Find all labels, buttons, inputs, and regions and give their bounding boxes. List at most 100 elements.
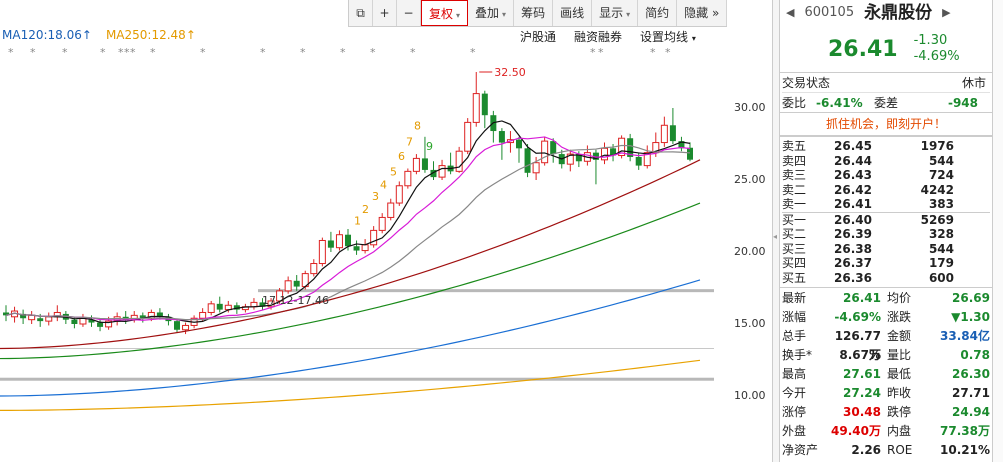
restore-icon[interactable]: ⧉	[349, 0, 373, 26]
candle-body	[361, 244, 369, 252]
candle-body	[601, 147, 608, 161]
order-book-row[interactable]: 买四 26.37 179	[782, 256, 990, 271]
support-range-label: 17.12-17.46	[262, 294, 329, 307]
overlay-button[interactable]: 叠加 ▾	[468, 0, 515, 26]
stat-row: 涨幅 -4.69% 涨跌 ▼1.30	[782, 308, 990, 327]
support-band	[258, 289, 714, 293]
stat-key: 均价	[887, 291, 912, 305]
stat-key: 量比	[887, 348, 912, 362]
candle-body	[438, 165, 446, 178]
stat-value: 26.69	[952, 291, 990, 305]
last-price: 26.41	[828, 36, 898, 62]
display-button[interactable]: 显示 ▾	[592, 0, 639, 26]
ma250-label: MA250:12.48↑	[105, 28, 196, 42]
stat-value: 27.61	[843, 367, 882, 381]
price-label: 15.00	[734, 317, 766, 330]
open-account-banner[interactable]: 抓住机会，即刻开户！	[780, 112, 992, 136]
level-label: 买三	[782, 241, 807, 256]
candle-body	[28, 314, 36, 321]
zoom-out-icon[interactable]: −	[397, 0, 421, 26]
trade-status-label: 交易状态	[782, 76, 831, 90]
price-label: 10.00	[734, 389, 766, 402]
level-label: 买五	[782, 270, 807, 285]
adjust-price-button[interactable]: 复权 ▾	[421, 0, 469, 26]
margin-trading-link[interactable]: 融资融券	[574, 28, 622, 45]
change-percent: -4.69%	[913, 49, 960, 64]
candle-body	[353, 246, 360, 251]
hide-button[interactable]: 隐藏 »	[677, 0, 728, 26]
order-book-row[interactable]: 买一 26.40 5269	[782, 213, 990, 228]
draw-line-button[interactable]: 画线	[553, 0, 593, 26]
order-book-row[interactable]: 买二 26.39 328	[782, 227, 990, 242]
star-mark: *	[340, 46, 346, 59]
panel-splitter[interactable]: ◂	[772, 0, 780, 462]
price-change: -1.30 -4.69%	[914, 33, 960, 65]
weicha-value: -948	[947, 95, 978, 110]
stat-value: ▼1.30	[951, 310, 990, 324]
level-price: 26.36	[834, 270, 872, 285]
level-volume: 1976	[920, 139, 954, 153]
chart-toolbar: ⧉ + − 复权 ▾ 叠加 ▾ 筹码 画线 显示 ▾ 简约 隐藏 »	[348, 0, 728, 27]
trade-status-value: 休市	[961, 76, 986, 90]
weibi-label: 委比	[782, 96, 807, 110]
right-edge-panel	[992, 0, 1003, 462]
level-label: 卖二	[782, 182, 807, 197]
chip-button[interactable]: 筹码	[514, 0, 554, 26]
td-count-label: 1	[354, 215, 361, 228]
star-mark: *	[100, 46, 106, 59]
stock-header: ◀ 600105 永鼎股份 ▶	[780, 0, 992, 26]
candle-body	[421, 158, 428, 170]
weibi-value: -6.41%	[816, 95, 863, 110]
stat-value: 24.94	[952, 405, 990, 419]
td-count-label: 9	[426, 140, 433, 153]
stats-table: 最新 26.41 均价 26.69 涨幅 -4.69% 涨跌 ▼1.30 总手 126.77万 金额…	[780, 287, 992, 460]
level-price: 26.45	[834, 139, 872, 153]
dropdown-arrow-icon: ▾	[502, 10, 507, 19]
candle-body	[97, 322, 104, 327]
zoom-in-icon[interactable]: +	[373, 0, 397, 26]
candle-body	[284, 280, 292, 292]
candle-body	[199, 311, 207, 319]
hk-connect-link[interactable]: 沪股通	[520, 28, 556, 45]
order-book-row[interactable]: 卖一 26.41 383	[782, 197, 990, 213]
level-volume: 544	[928, 153, 954, 168]
td-count-label: 3	[372, 190, 379, 203]
order-book-row[interactable]: 卖四 26.44 544	[782, 154, 990, 169]
stat-value: 49.40万	[831, 424, 882, 438]
level-label: 买一	[782, 212, 807, 227]
candle-body	[345, 234, 351, 247]
order-book: 卖五 26.45 1976 卖四 26.44 544 卖三 26.43 724 卖二 26.42 42…	[780, 136, 992, 287]
order-book-row[interactable]: 卖五 26.45 1976	[782, 139, 990, 154]
order-book-row[interactable]: 买五 26.36 600	[782, 271, 990, 286]
stat-row: 外盘 49.40万 内盘 77.38万	[782, 422, 990, 441]
candle-body	[395, 185, 403, 204]
ma120-label: MA120:18.06↑	[2, 28, 92, 42]
star-mark: *	[370, 46, 376, 59]
stat-row: 换手* 8.67% 量比 0.78	[782, 346, 990, 365]
level-volume: 544	[928, 241, 954, 256]
star-mark: *	[590, 46, 596, 59]
stat-key: 外盘	[782, 424, 807, 438]
simple-mode-button[interactable]: 简约	[638, 0, 678, 26]
stat-row: 今开 27.24 昨收 27.71	[782, 384, 990, 403]
stat-value: 30.48	[843, 405, 882, 419]
star-mark: *	[200, 46, 206, 59]
stock-name: 永鼎股份	[864, 3, 933, 23]
collapse-arrow-icon: ◂	[773, 232, 778, 241]
order-book-row[interactable]: 卖三 26.43 724	[782, 168, 990, 183]
star-mark: *	[410, 46, 416, 59]
prev-stock-icon[interactable]: ◀	[786, 0, 794, 26]
td-count-label: 7	[406, 135, 413, 148]
order-book-row[interactable]: 卖二 26.42 4242	[782, 183, 990, 198]
next-stock-icon[interactable]: ▶	[942, 0, 950, 26]
dropdown-arrow-icon: ▾	[626, 10, 631, 19]
order-book-row[interactable]: 买三 26.38 544	[782, 242, 990, 257]
candle-body	[174, 321, 180, 330]
stat-key: 净资产	[782, 443, 819, 457]
candlestick-chart[interactable]: * * * * * * * * * * * * * * * * * * *12345678932.5017.12-1…	[0, 46, 722, 462]
level-volume: 383	[928, 197, 954, 211]
kline-chart-area[interactable]: ⧉ + − 复权 ▾ 叠加 ▾ 筹码 画线 显示 ▾ 简约 隐藏 » MA120:18…	[0, 0, 772, 462]
ma-settings-link[interactable]: 设置均线 ▾	[640, 28, 696, 45]
candle-body	[318, 239, 326, 265]
price-summary: 26.41 -1.30 -4.69%	[780, 26, 992, 72]
